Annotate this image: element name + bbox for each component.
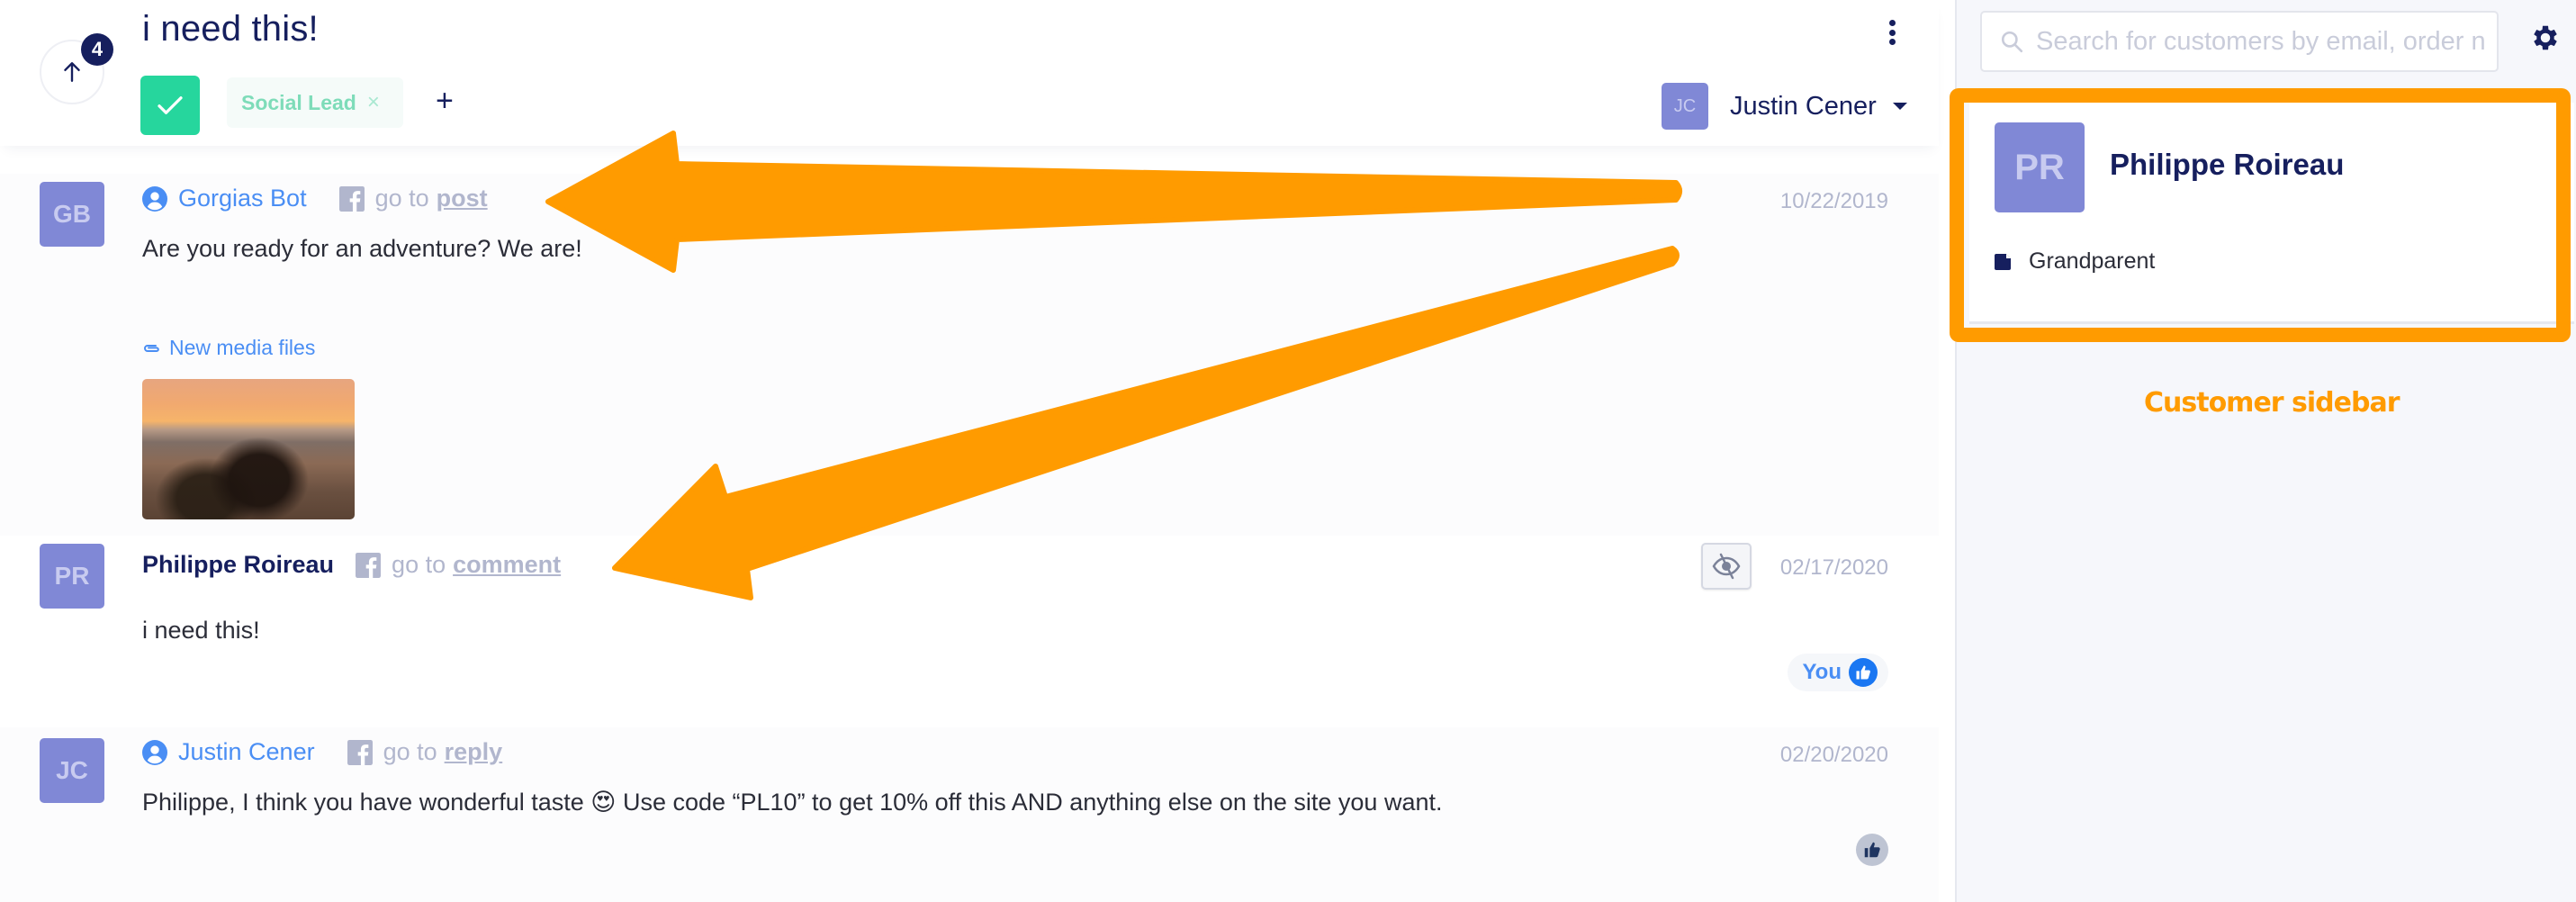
avatar: JC (40, 738, 104, 803)
message-date: 10/22/2019 (1779, 189, 1888, 213)
message-body: Are you ready for an adventure? We are! (142, 235, 582, 262)
ticket-title[interactable]: i need this! (142, 9, 319, 50)
eye-slash-icon (1712, 553, 1741, 580)
goto-comment-link[interactable]: comment (453, 551, 561, 579)
goto-prefix: go to (392, 551, 446, 578)
thumbs-up-icon (1849, 658, 1878, 687)
arrow-up-icon (64, 62, 80, 82)
paperclip-icon (144, 344, 159, 352)
assignee-avatar: JC (1662, 83, 1708, 130)
message-item: PR Philippe Roireau go to comment 02/17/… (0, 536, 1939, 727)
author-name[interactable]: Justin Cener (178, 738, 315, 766)
message-date: 02/20/2020 (1779, 743, 1888, 767)
message-thread: GB Gorgias Bot go to post 10/22/2019 Are… (0, 146, 1939, 902)
customer-note[interactable]: Grandparent (1995, 248, 2155, 275)
annotation-label: Customer sidebar (2144, 387, 2400, 419)
like-button[interactable] (1856, 834, 1888, 866)
reaction-label: You (1802, 660, 1842, 684)
goto-post-link[interactable]: post (437, 185, 488, 212)
hide-comment-button[interactable] (1701, 543, 1752, 590)
message-meta: Gorgias Bot go to post (142, 185, 488, 212)
agent-user-icon (142, 185, 167, 212)
avatar: PR (40, 544, 104, 609)
media-thumbnail[interactable] (142, 379, 355, 519)
media-files-link[interactable]: New media files (142, 336, 315, 360)
customer-card: PR Philippe Roireau Grandparent (1969, 103, 2574, 324)
check-icon (158, 96, 183, 114)
agent-user-icon (142, 739, 167, 765)
facebook-icon (356, 552, 382, 578)
message-meta: Philippe Roireau go to comment (142, 551, 561, 579)
dot (1888, 39, 1896, 45)
facebook-icon (347, 739, 373, 765)
ticket-header: 4 i need this! Social Lead × + JC Justin… (0, 0, 1939, 146)
dot (1888, 29, 1896, 36)
customer-name[interactable]: Philippe Roireau (2110, 148, 2344, 182)
message-item: JC Justin Cener go to reply 02/20/2020 P… (0, 727, 1939, 902)
customer-search-input[interactable] (2036, 26, 2486, 57)
assignee-name: Justin Cener (1730, 91, 1877, 121)
gear-icon[interactable] (2529, 22, 2562, 54)
unread-count-badge: 4 (81, 33, 113, 66)
tag-label: Social Lead (241, 90, 356, 114)
tag-social-lead[interactable]: Social Lead × (227, 77, 403, 128)
facebook-icon (338, 185, 365, 212)
message-date: 02/17/2020 (1779, 555, 1888, 580)
thumbs-up-icon (1864, 842, 1880, 858)
close-ticket-button[interactable] (140, 76, 200, 135)
author-name[interactable]: Philippe Roireau (142, 551, 334, 579)
media-files-label: New media files (169, 336, 316, 359)
caret-down-icon (1892, 103, 1907, 110)
customer-note-text: Grandparent (2029, 248, 2156, 274)
avatar: GB (40, 182, 104, 247)
message-body: i need this! (142, 617, 260, 644)
more-options-button[interactable] (1885, 18, 1899, 47)
search-icon (2001, 31, 2023, 53)
goto-prefix: go to (374, 185, 429, 212)
author-name[interactable]: Gorgias Bot (178, 185, 307, 212)
customer-sidebar: PR Philippe Roireau Grandparent (1955, 0, 2576, 902)
goto-prefix: go to (383, 738, 437, 765)
message-item: GB Gorgias Bot go to post 10/22/2019 Are… (0, 174, 1939, 536)
message-meta: Justin Cener go to reply (142, 738, 502, 766)
remove-tag-icon[interactable]: × (367, 90, 380, 115)
ticket-panel: 4 i need this! Social Lead × + JC Justin… (0, 0, 1955, 902)
goto-reply-link[interactable]: reply (445, 738, 503, 766)
add-tag-button[interactable]: + (436, 86, 454, 116)
vertical-dots-icon (1888, 20, 1896, 26)
assignee-dropdown[interactable]: JC Justin Cener (1662, 83, 1907, 130)
reaction-badge[interactable]: You (1788, 654, 1888, 691)
note-icon (1995, 253, 2011, 270)
customer-avatar: PR (1995, 122, 2085, 212)
message-body: Philippe, I think you have wonderful tas… (142, 789, 1443, 816)
customer-search[interactable] (1980, 11, 2499, 72)
